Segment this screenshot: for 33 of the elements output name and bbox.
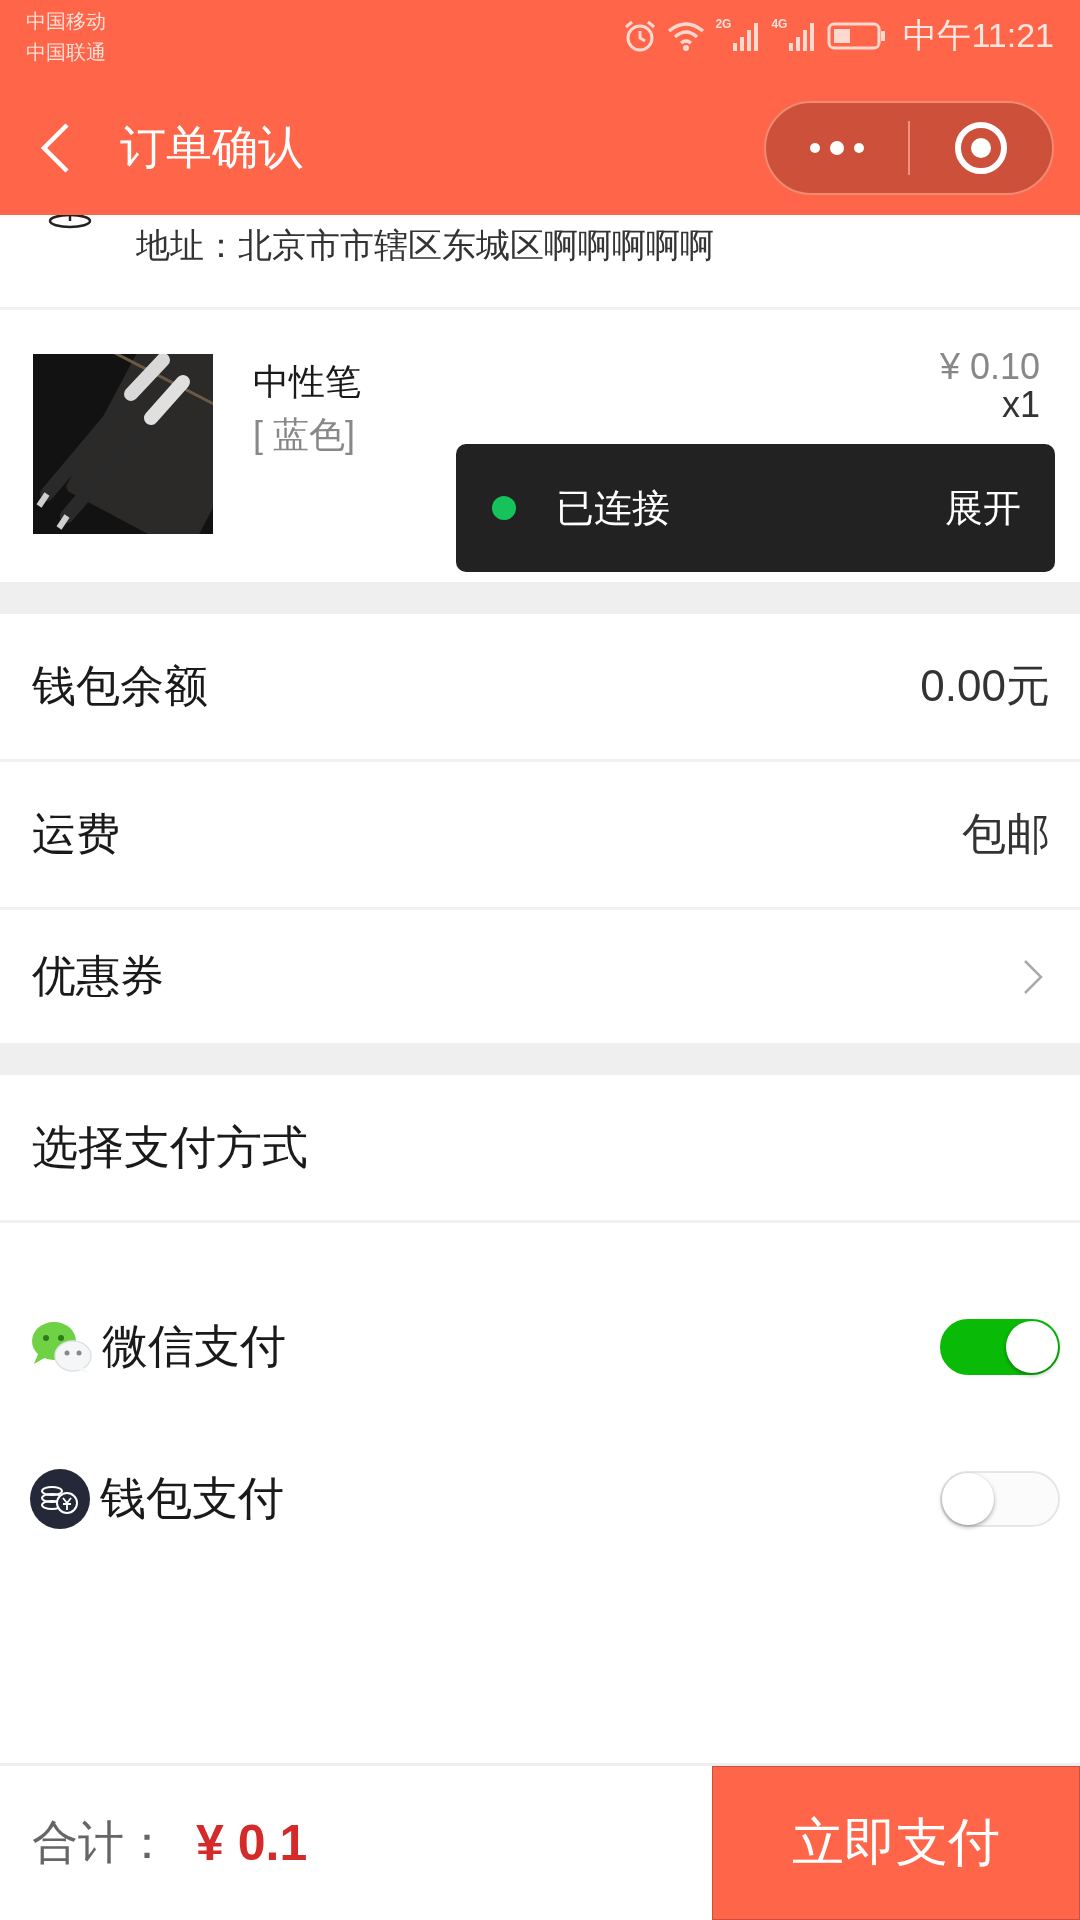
total-label: 合计： xyxy=(32,1815,170,1870)
product-price: ¥ 0.10 xyxy=(939,348,1040,386)
network-type-label: 2G xyxy=(715,17,732,31)
address-text: 地址：北京市市辖区东城区啊啊啊啊啊 xyxy=(136,225,714,266)
product-name: 中性笔 xyxy=(253,360,362,404)
battery-icon xyxy=(827,21,888,51)
product-quantity: x1 xyxy=(1001,385,1040,424)
expand-link[interactable]: 展开 xyxy=(945,482,1021,534)
coupon-row[interactable]: 优惠券 xyxy=(0,910,1080,1043)
row-label: 运费 xyxy=(32,808,120,860)
alarm-clock-icon xyxy=(623,19,658,53)
carrier-name: 中国移动 xyxy=(26,9,106,34)
clock-time: 中午11:21 xyxy=(903,15,1054,56)
product-variant: [ 蓝色] xyxy=(253,413,356,457)
row-label: 钱包余额 xyxy=(32,660,208,712)
section-title: 选择支付方式 xyxy=(32,1119,308,1175)
toggle-switch[interactable] xyxy=(940,1319,1060,1375)
total-amount: ¥ 0.1 xyxy=(196,1814,308,1872)
page-title: 订单确认 xyxy=(120,119,305,175)
row-value: 0.00元 xyxy=(920,660,1050,712)
network-type-label: 4G xyxy=(771,17,788,31)
row-value: 包邮 xyxy=(962,808,1050,860)
carrier-name: 中国联通 xyxy=(26,40,106,65)
wifi-icon xyxy=(667,21,706,51)
payment-method-label: 微信支付 xyxy=(102,1319,287,1374)
row-label: 优惠券 xyxy=(32,950,164,1002)
chat-bubbles-icon xyxy=(30,1320,92,1374)
coins-icon xyxy=(30,1469,90,1529)
close-target-icon[interactable] xyxy=(954,120,1008,175)
toast-text: 已连接 xyxy=(556,485,671,531)
chevron-right-icon xyxy=(1022,957,1044,996)
payment-method-label: 钱包支付 xyxy=(100,1471,285,1526)
more-icon[interactable] xyxy=(807,139,867,156)
